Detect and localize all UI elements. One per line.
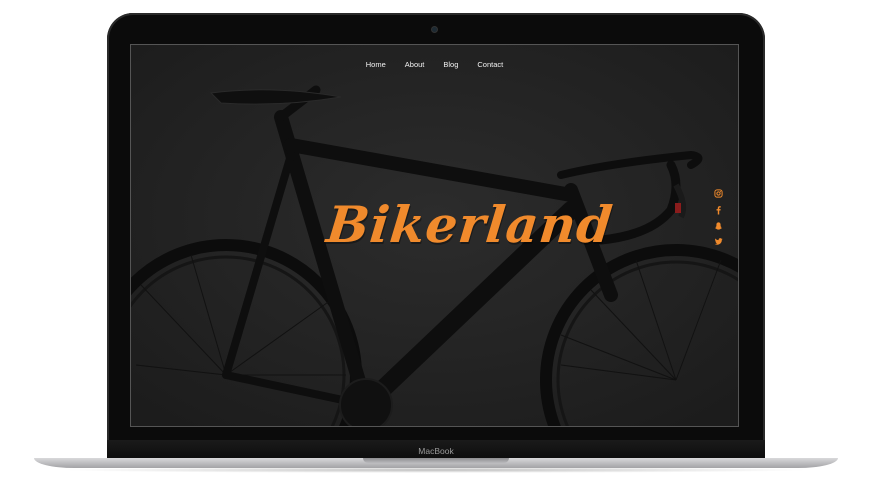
nav-home[interactable]: Home	[366, 60, 386, 69]
nav-blog[interactable]: Blog	[443, 60, 458, 69]
twitter-icon[interactable]	[713, 236, 723, 247]
website-screen: Home About Blog Contact Bikerland	[131, 45, 738, 426]
main-nav: Home About Blog Contact	[131, 60, 738, 69]
device-brand-label: MacBook	[418, 446, 454, 456]
camera-icon	[432, 27, 437, 32]
laptop-base-notch	[363, 458, 509, 463]
laptop-mockup: Home About Blog Contact Bikerland MacBoo…	[0, 0, 872, 493]
social-links	[713, 188, 723, 247]
instagram-icon[interactable]	[713, 188, 723, 199]
nav-contact[interactable]: Contact	[477, 60, 503, 69]
facebook-icon[interactable]	[713, 204, 723, 215]
site-logo: Bikerland	[323, 195, 616, 254]
nav-about[interactable]: About	[405, 60, 425, 69]
snapchat-icon[interactable]	[713, 220, 723, 231]
